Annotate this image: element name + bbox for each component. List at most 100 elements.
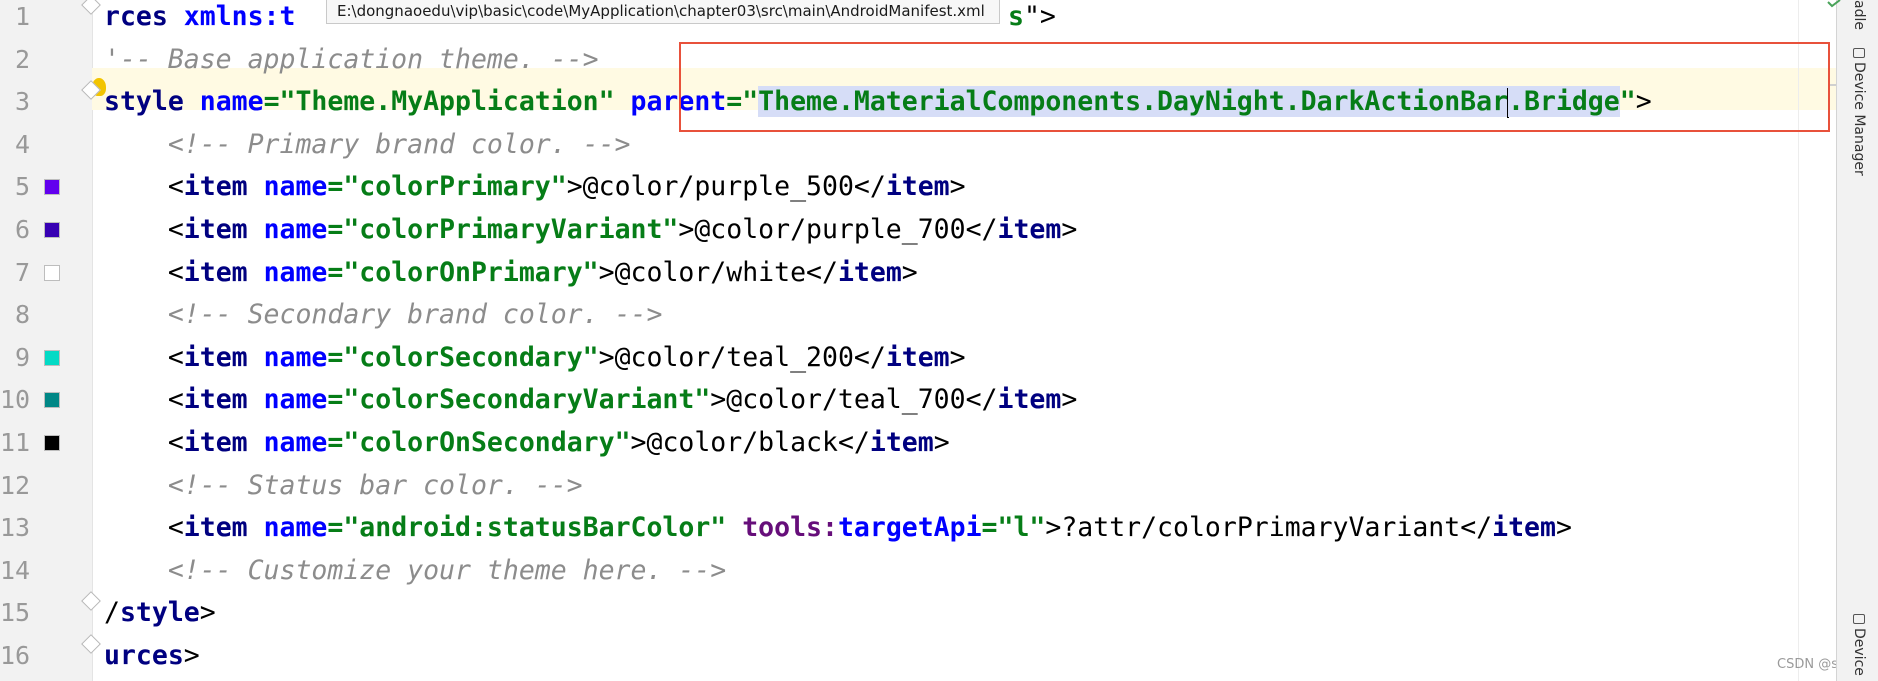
code-token: ="colorOnSecondary" [327, 427, 631, 458]
code-line[interactable]: <item name="colorSecondary">@color/teal_… [104, 337, 966, 379]
code-line[interactable]: <!-- Customize your theme here. --> [104, 550, 726, 592]
code-token: name [263, 256, 328, 288]
code-token: name [263, 512, 328, 544]
code-token: < [104, 341, 184, 373]
code-token: > [949, 341, 966, 373]
code-token: s [1008, 1, 1024, 32]
code-editor[interactable]: 1 2 3 4 5 6 7 8 9 10 11 12 13 14 15 16 rces xmlns:t s"> '… [0, 0, 1836, 681]
color-swatch-icon[interactable] [44, 392, 60, 409]
code-token: urces [104, 640, 184, 671]
code-token: name [263, 171, 328, 203]
code-line[interactable]: <!-- Primary brand color. --> [104, 124, 631, 166]
code-token: <!-- Status bar color. --> [104, 469, 583, 501]
code-token: <!-- Primary brand color. --> [104, 128, 631, 160]
file-path-tooltip: E:\dongnaoedu\vip\basic\code\MyApplicati… [326, 0, 1000, 24]
side-tab-device-manager-label: Device Manager [1851, 62, 1867, 176]
line-number: 16 [0, 641, 31, 670]
code-token: > [199, 597, 216, 629]
color-swatch-icon[interactable] [44, 264, 60, 281]
line-number: 8 [14, 300, 30, 330]
code-line[interactable]: <item name="colorPrimaryVariant">@color/… [104, 209, 1077, 251]
side-tab-partial[interactable]: adle [1843, 0, 1875, 30]
code-line[interactable]: <item name="colorOnPrimary">@color/white… [104, 252, 918, 294]
line-number: 2 [14, 44, 30, 74]
line-number: 3 [14, 87, 30, 117]
code-token: ="colorSecondaryVariant" [327, 384, 711, 416]
code-token: ="colorSecondary" [327, 341, 599, 373]
code-token: item [183, 427, 264, 458]
code-token: item [183, 512, 264, 544]
code-token: <!-- Secondary brand color. --> [104, 299, 663, 331]
code-token: < [104, 214, 184, 245]
code-token: item [183, 171, 264, 203]
line-number: 14 [0, 555, 31, 585]
code-token: ="colorPrimary" [327, 171, 567, 203]
code-token: item [997, 384, 1062, 416]
side-tab-device[interactable]: Device [1843, 614, 1875, 676]
code-token: >?attr/colorPrimaryVariant</ [1045, 512, 1493, 544]
code-token: < [104, 171, 184, 203]
code-token: name [263, 341, 328, 373]
line-number: 9 [14, 342, 30, 372]
code-token: xmlns:t [183, 1, 296, 32]
code-token: > [901, 256, 918, 288]
line-number: 1 [14, 2, 30, 31]
code-token: style [119, 597, 200, 629]
code-token: item [997, 214, 1062, 245]
code-line[interactable]: <!-- Status bar color. --> [104, 465, 583, 507]
code-token: item [183, 384, 264, 416]
watermark: CSDN @serier [1777, 657, 1836, 672]
code-token: ="Theme.MyApplication" [263, 86, 631, 118]
line-number: 4 [14, 129, 30, 159]
code-token: item [183, 214, 264, 245]
code-line[interactable]: rces xmlns:t [104, 0, 295, 38]
code-token: ="android:statusBarColor" [327, 512, 743, 544]
code-token: < [104, 512, 184, 544]
color-swatch-icon[interactable] [44, 179, 60, 196]
code-token: targetApi [837, 512, 982, 544]
code-token: >@color/teal_700</ [710, 384, 998, 416]
code-token: item [885, 341, 950, 373]
code-token: ="colorPrimaryVariant" [327, 214, 679, 245]
code-token: '-- Base application theme. --> [104, 43, 599, 75]
code-line[interactable]: <item name="colorOnSecondary">@color/bla… [104, 422, 950, 464]
code-token: > [1061, 214, 1078, 245]
code-token: name [263, 214, 328, 245]
color-swatch-icon[interactable] [44, 349, 60, 366]
code-token: >@color/teal_200</ [598, 341, 886, 373]
code-line[interactable]: <item name="colorPrimary">@color/purple_… [104, 166, 966, 208]
line-number: 5 [14, 172, 30, 202]
code-token: item [183, 341, 264, 373]
code-line[interactable]: /style> [104, 592, 216, 634]
code-token: item [885, 171, 950, 203]
code-line[interactable]: <item name="android:statusBarColor" tool… [104, 507, 1572, 549]
code-token: > [933, 427, 950, 458]
line-number: 10 [0, 385, 31, 415]
code-token: < [104, 427, 184, 458]
code-token: < [104, 256, 184, 288]
annotation-highlight-box [679, 42, 1830, 132]
code-token: item [837, 256, 902, 288]
code-token: item [1492, 512, 1556, 544]
code-line[interactable]: <item name="colorSecondaryVariant">@colo… [104, 379, 1077, 421]
line-number: 13 [0, 513, 31, 543]
code-token: ="l" [981, 512, 1046, 544]
code-line[interactable]: urces> [104, 635, 200, 677]
check-icon [1827, 0, 1841, 8]
code-token: tools: [742, 512, 838, 544]
code-token: < [104, 384, 184, 416]
device-icon [1853, 614, 1865, 624]
code-token: >@color/black</ [630, 427, 870, 458]
code-token: "> [1023, 1, 1056, 32]
side-tab-device-manager[interactable]: Device Manager [1843, 48, 1875, 176]
code-token: > [1555, 512, 1572, 544]
line-number-gutter: 1 2 3 4 5 6 7 8 9 10 11 12 13 14 15 16 [0, 0, 93, 681]
line-number: 7 [14, 257, 30, 287]
code-token: item [183, 256, 264, 288]
line-number: 6 [14, 215, 30, 244]
code-token: ="colorOnPrimary" [327, 256, 599, 288]
color-swatch-icon[interactable] [44, 222, 60, 238]
code-line[interactable]: '-- Base application theme. --> [104, 39, 599, 81]
code-line[interactable]: <!-- Secondary brand color. --> [104, 294, 663, 336]
color-swatch-icon[interactable] [44, 435, 60, 451]
